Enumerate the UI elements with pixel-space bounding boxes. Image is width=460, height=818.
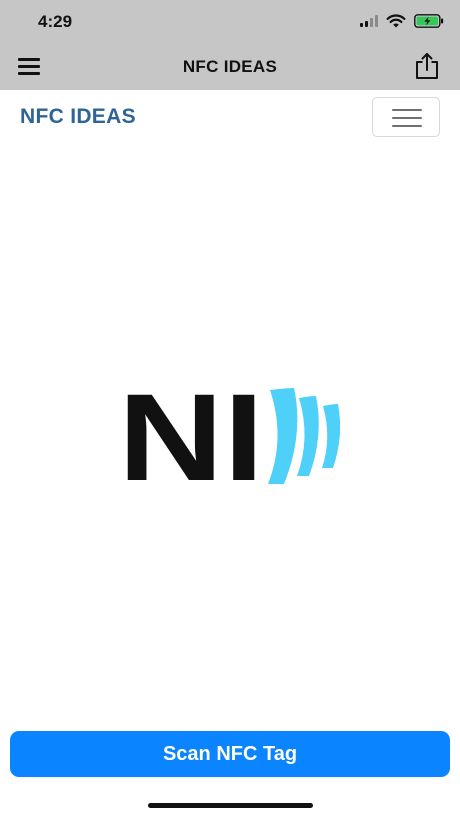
status-icons bbox=[360, 14, 444, 28]
battery-charging-icon bbox=[414, 14, 444, 28]
brand-link[interactable]: NFC IDEAS bbox=[20, 105, 136, 129]
nfc-ideas-logo: NI bbox=[118, 386, 341, 486]
home-indicator bbox=[148, 803, 313, 808]
share-icon[interactable] bbox=[414, 52, 440, 80]
navbar-toggler-button[interactable] bbox=[372, 97, 440, 137]
scan-nfc-tag-button[interactable]: Scan NFC Tag bbox=[10, 731, 450, 777]
cellular-signal-icon bbox=[360, 15, 378, 27]
nfc-waves-icon bbox=[268, 388, 341, 484]
app-screen: 4:29 NFC IDEAS NFC IDEAS NI Scan NFC Tag bbox=[0, 0, 460, 818]
wifi-icon bbox=[386, 14, 406, 28]
nav-title: NFC IDEAS bbox=[182, 57, 278, 76]
status-time: 4:29 bbox=[38, 12, 73, 31]
top-bar: 4:29 NFC IDEAS bbox=[0, 0, 460, 90]
navbar-toggler-icon bbox=[392, 109, 422, 111]
logo-text: NI bbox=[118, 386, 264, 486]
